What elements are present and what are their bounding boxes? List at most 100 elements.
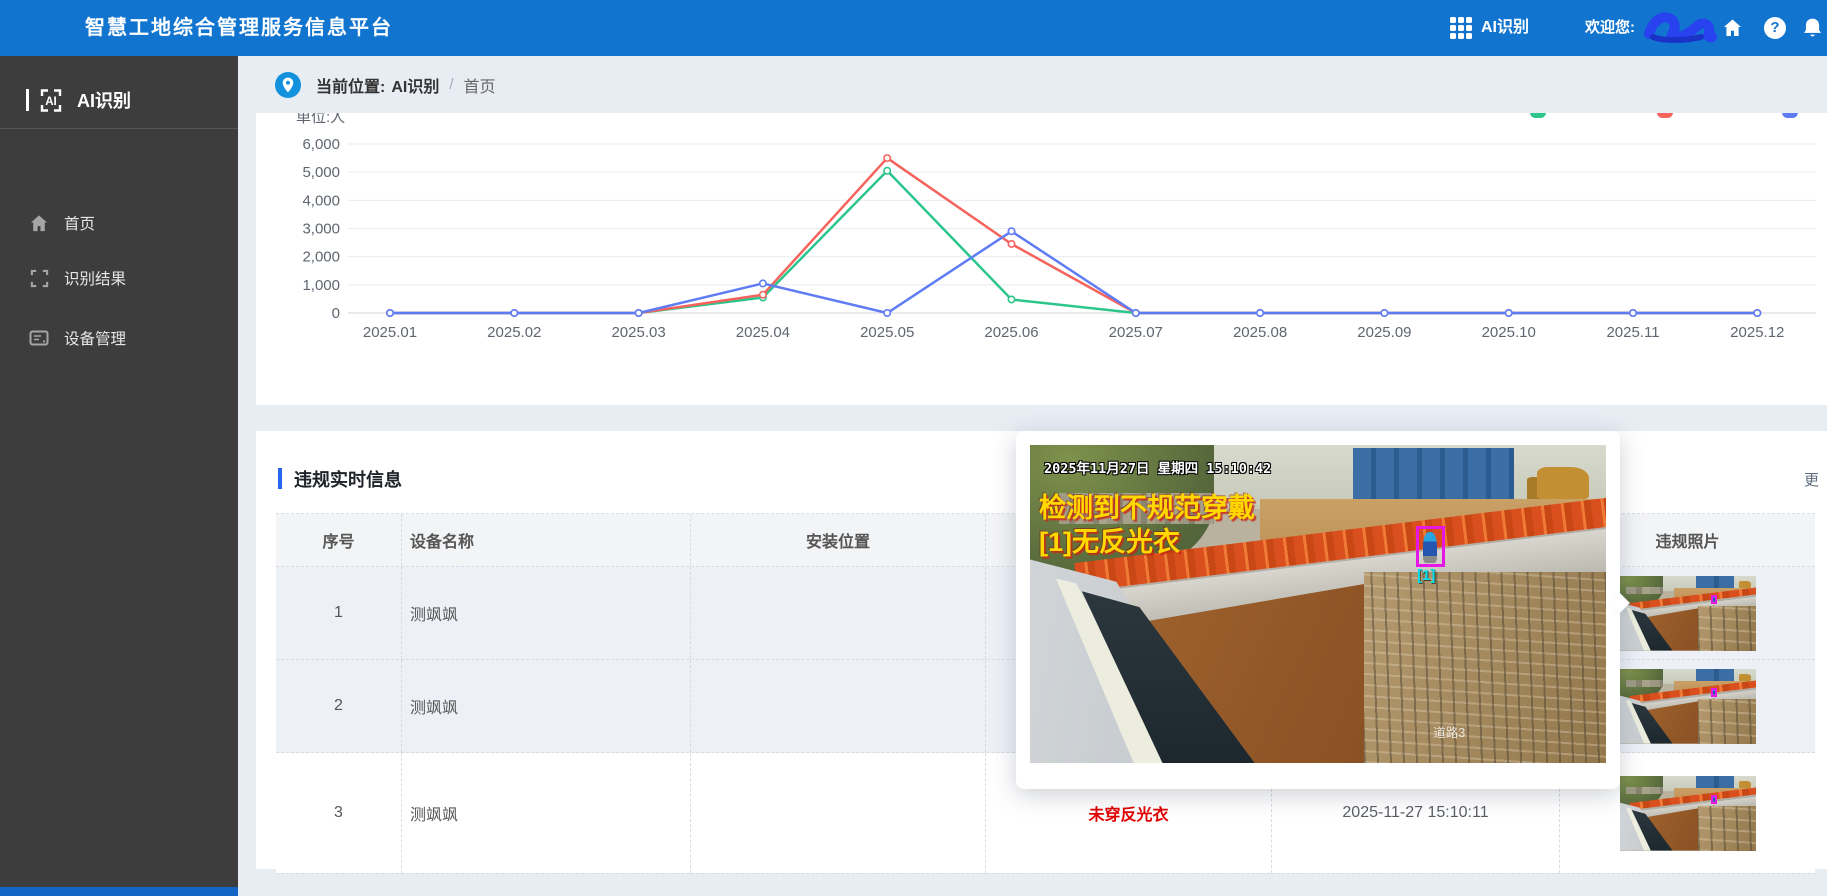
- scene-bluebldg-shape: [1696, 576, 1734, 589]
- line-chart: 01,0002,0003,0004,0005,0006,000单位:人2025.…: [256, 113, 1827, 405]
- device-icon: [28, 329, 50, 347]
- violation-photo-large: 2025年11月27日 星期四 15:10:42 检测到不规范穿戴[1]无反光衣…: [1030, 445, 1606, 763]
- violation-photo-thumbnail[interactable]: [1620, 576, 1756, 651]
- grid-dot: [1450, 25, 1456, 31]
- scene-scaffold-shape: [1698, 606, 1755, 651]
- scene-town-shape: [1626, 787, 1663, 795]
- scene-town-shape: [1626, 587, 1663, 595]
- detection-box-tag: [1]: [1417, 567, 1435, 584]
- sidebar-brand: AI AI识别: [0, 76, 238, 124]
- help-icon[interactable]: ?: [1764, 17, 1786, 39]
- breadcrumb-section[interactable]: AI识别: [391, 73, 439, 97]
- sidebar-item-home[interactable]: 首页: [0, 199, 238, 247]
- svg-text:2,000: 2,000: [302, 249, 340, 266]
- photo-preview-popup: 2025年11月27日 星期四 15:10:42 检测到不规范穿戴[1]无反光衣…: [1016, 431, 1620, 789]
- welcome-label: 欢迎您:: [1585, 0, 1635, 56]
- violation-photo-thumbnail[interactable]: [1620, 669, 1756, 744]
- svg-text:2025.10: 2025.10: [1482, 324, 1536, 341]
- scene-digger-shape: [1739, 581, 1751, 589]
- people-count-chart-card: 01,0002,0003,0004,0005,0006,000单位:人2025.…: [256, 113, 1827, 405]
- svg-text:1,000: 1,000: [302, 277, 340, 294]
- scene-digger-shape: [1739, 781, 1751, 789]
- cell-device: 测飒飒: [402, 660, 691, 752]
- cell-no: 1: [276, 567, 402, 659]
- svg-text:2025.11: 2025.11: [1606, 324, 1659, 341]
- cell-location: [691, 660, 986, 752]
- grid-dot: [1458, 33, 1464, 39]
- svg-text:2025.12: 2025.12: [1730, 324, 1784, 341]
- home-icon: [28, 214, 50, 233]
- svg-text:5,000: 5,000: [302, 164, 340, 181]
- sidebar-item-label: 设备管理: [64, 327, 126, 349]
- ai-scan-frame-icon: AI: [35, 87, 67, 114]
- svg-text:3,000: 3,000: [302, 220, 340, 237]
- scene-bluebldg-shape: [1696, 776, 1734, 789]
- grid-dot: [1458, 17, 1464, 23]
- location-pin-icon: [275, 72, 301, 98]
- scene-detbox-shape: [1711, 688, 1718, 698]
- page: 智慧工地综合管理服务信息平台 AI识别 欢迎您: ? AI: [0, 0, 1827, 896]
- svg-text:2025.09: 2025.09: [1357, 324, 1411, 341]
- bell-icon[interactable]: [1802, 17, 1823, 39]
- violation-type-text: 未穿反光衣: [1088, 801, 1168, 825]
- breadcrumb-current[interactable]: 首页: [464, 73, 496, 97]
- cell-location: [691, 753, 986, 873]
- grid-dot: [1466, 25, 1472, 31]
- photo-alert-text: 检测到不规范穿戴[1]无反光衣: [1039, 491, 1255, 559]
- scene-scaffold-shape: [1698, 699, 1755, 744]
- svg-text:2025.07: 2025.07: [1109, 324, 1163, 341]
- scene-detbox-shape: [1711, 595, 1718, 605]
- sidebar-item-results[interactable]: 识别结果: [0, 254, 238, 302]
- section-title: 违规实时信息: [294, 466, 402, 492]
- scene-digger-shape: [1739, 674, 1751, 682]
- scene-town-shape: [1626, 680, 1663, 688]
- svg-text:2025.04: 2025.04: [736, 324, 790, 341]
- sidebar-item-label: 首页: [64, 212, 95, 234]
- scene-bluebldg-shape: [1696, 669, 1734, 682]
- sidebar-item-label: 识别结果: [64, 267, 126, 289]
- sidebar-brand-label: AI识别: [77, 87, 131, 113]
- grid-dot: [1466, 17, 1472, 23]
- svg-text:2025.06: 2025.06: [984, 324, 1038, 341]
- svg-text:2025.01: 2025.01: [363, 324, 417, 341]
- username-redaction-scribble: [1641, 10, 1717, 46]
- sidebar-divider: [0, 128, 238, 129]
- sidebar-item-devices[interactable]: 设备管理: [0, 314, 238, 362]
- grid-dot: [1458, 25, 1464, 31]
- grid-dot: [1450, 33, 1456, 39]
- violation-photo-thumbnail[interactable]: [1620, 776, 1756, 851]
- svg-text:2025.05: 2025.05: [860, 324, 914, 341]
- top-header-bar: 智慧工地综合管理服务信息平台 AI识别 欢迎您: ?: [0, 0, 1827, 56]
- scene-digger-shape: [1537, 467, 1589, 499]
- popup-photo: 2025年11月27日 星期四 15:10:42 检测到不规范穿戴[1]无反光衣…: [1030, 445, 1606, 763]
- apps-grid-icon[interactable]: [1450, 17, 1472, 39]
- scene-detbox-shape: [1416, 526, 1445, 567]
- grid-dot: [1450, 17, 1456, 23]
- svg-text:单位:人: 单位:人: [296, 113, 345, 126]
- column-header-device: 设备名称: [402, 514, 691, 566]
- svg-text:2025.03: 2025.03: [611, 324, 665, 341]
- svg-text:2025.08: 2025.08: [1233, 324, 1287, 341]
- cell-device: 测飒飒: [402, 567, 691, 659]
- scene-detbox-shape: [1711, 795, 1718, 805]
- photo-watermark: 道路3: [1433, 722, 1465, 741]
- photo-timestamp: 2025年11月27日 星期四 15:10:42: [1044, 457, 1271, 477]
- module-switcher-label[interactable]: AI识别: [1481, 0, 1529, 56]
- cell-no: 3: [276, 753, 402, 873]
- svg-text:4,000: 4,000: [302, 192, 340, 209]
- cell-location: [691, 567, 986, 659]
- cell-device: 测飒飒: [402, 753, 691, 873]
- column-header-location: 安装位置: [691, 514, 986, 566]
- cell-no: 2: [276, 660, 402, 752]
- section-accent-bar: [278, 468, 282, 489]
- app-title: 智慧工地综合管理服务信息平台: [85, 0, 393, 56]
- more-link[interactable]: 更: [1804, 469, 1819, 490]
- svg-text:0: 0: [332, 305, 340, 322]
- breadcrumb-label: 当前位置:: [316, 73, 385, 97]
- svg-text:2025.02: 2025.02: [487, 324, 541, 341]
- home-icon[interactable]: [1722, 18, 1743, 38]
- brand-bar: [26, 89, 29, 111]
- sidebar: AI AI识别 首页 识别结果 设备管理: [0, 56, 238, 896]
- scene-scaffold-shape: [1364, 572, 1606, 763]
- scene-bluebldg-shape: [1353, 448, 1514, 502]
